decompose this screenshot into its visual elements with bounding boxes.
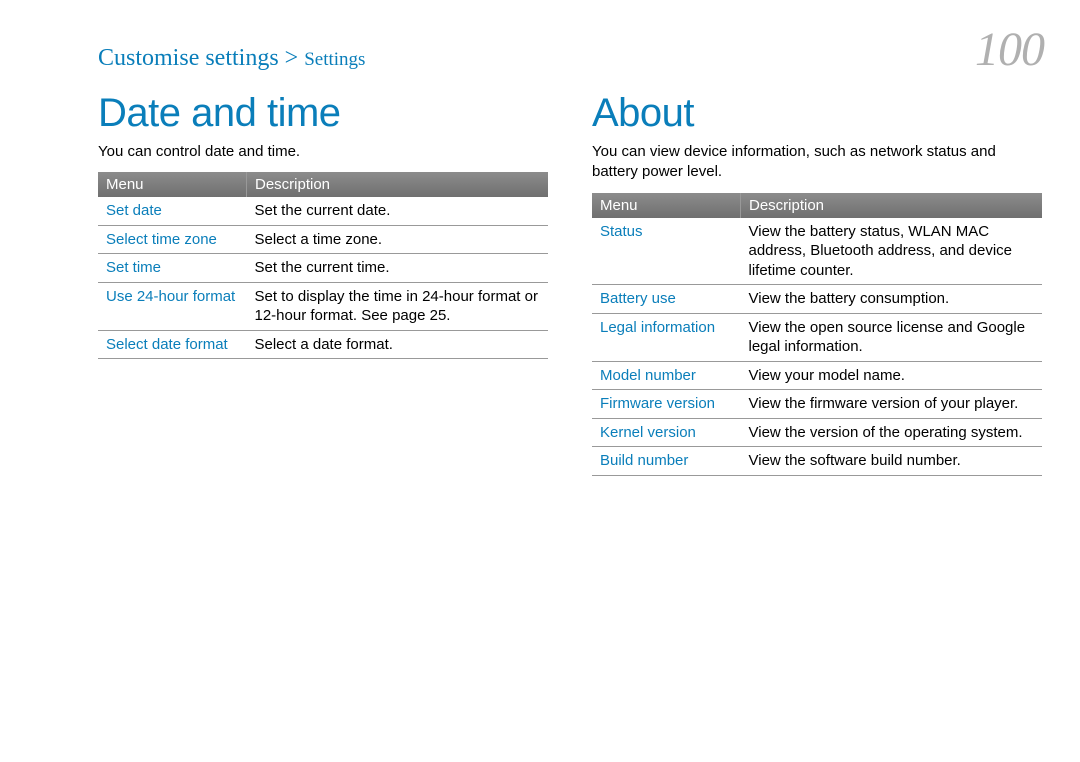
about-table: Menu Description Status View the battery… bbox=[592, 193, 1042, 476]
section-title-date-time: Date and time bbox=[98, 91, 548, 136]
menu-item: Status bbox=[592, 218, 741, 285]
section-desc-about: You can view device information, such as… bbox=[592, 142, 1042, 183]
table-row: Firmware version View the firmware versi… bbox=[592, 390, 1042, 419]
table-row: Set time Set the current time. bbox=[98, 254, 548, 283]
menu-item: Firmware version bbox=[592, 390, 741, 419]
desc-item: View your model name. bbox=[741, 361, 1043, 390]
menu-item: Set time bbox=[98, 254, 247, 283]
desc-item: View the open source license and Google … bbox=[741, 313, 1043, 361]
desc-item: Select a date format. bbox=[247, 330, 549, 359]
menu-item: Select time zone bbox=[98, 225, 247, 254]
desc-item: View the firmware version of your player… bbox=[741, 390, 1043, 419]
menu-item: Battery use bbox=[592, 285, 741, 314]
table-row: Select date format Select a date format. bbox=[98, 330, 548, 359]
desc-item: Set the current time. bbox=[247, 254, 549, 283]
menu-item: Use 24-hour format bbox=[98, 282, 247, 330]
menu-item: Legal information bbox=[592, 313, 741, 361]
table-row: Battery use View the battery consumption… bbox=[592, 285, 1042, 314]
desc-item: View the version of the operating system… bbox=[741, 418, 1043, 447]
table-row: Set date Set the current date. bbox=[98, 197, 548, 225]
table-row: Model number View your model name. bbox=[592, 361, 1042, 390]
table-head-menu: Menu bbox=[98, 172, 247, 197]
left-column: Date and time You can control date and t… bbox=[98, 91, 548, 476]
table-row: Status View the battery status, WLAN MAC… bbox=[592, 218, 1042, 285]
desc-item: Set the current date. bbox=[247, 197, 549, 225]
table-head-menu: Menu bbox=[592, 193, 741, 218]
table-head-desc: Description bbox=[741, 193, 1043, 218]
right-column: About You can view device information, s… bbox=[592, 91, 1042, 476]
breadcrumb-sub: Settings bbox=[304, 49, 365, 70]
menu-item: Set date bbox=[98, 197, 247, 225]
desc-item: Select a time zone. bbox=[247, 225, 549, 254]
table-row: Build number View the software build num… bbox=[592, 447, 1042, 476]
menu-item: Build number bbox=[592, 447, 741, 476]
table-head-desc: Description bbox=[247, 172, 549, 197]
page-number: 100 bbox=[975, 22, 1044, 77]
breadcrumb-main: Customise settings > bbox=[98, 45, 298, 71]
table-row: Use 24-hour format Set to display the ti… bbox=[98, 282, 548, 330]
desc-item: View the battery status, WLAN MAC addres… bbox=[741, 218, 1043, 285]
menu-item: Select date format bbox=[98, 330, 247, 359]
section-desc-date-time: You can control date and time. bbox=[98, 142, 548, 162]
menu-item: Model number bbox=[592, 361, 741, 390]
date-time-table: Menu Description Set date Set the curren… bbox=[98, 172, 548, 359]
table-row: Kernel version View the version of the o… bbox=[592, 418, 1042, 447]
desc-item: View the software build number. bbox=[741, 447, 1043, 476]
desc-item: Set to display the time in 24-hour forma… bbox=[247, 282, 549, 330]
table-row: Legal information View the open source l… bbox=[592, 313, 1042, 361]
table-row: Select time zone Select a time zone. bbox=[98, 225, 548, 254]
section-title-about: About bbox=[592, 91, 1042, 136]
desc-item: View the battery consumption. bbox=[741, 285, 1043, 314]
breadcrumb: Customise settings > Settings bbox=[98, 45, 365, 72]
menu-item: Kernel version bbox=[592, 418, 741, 447]
